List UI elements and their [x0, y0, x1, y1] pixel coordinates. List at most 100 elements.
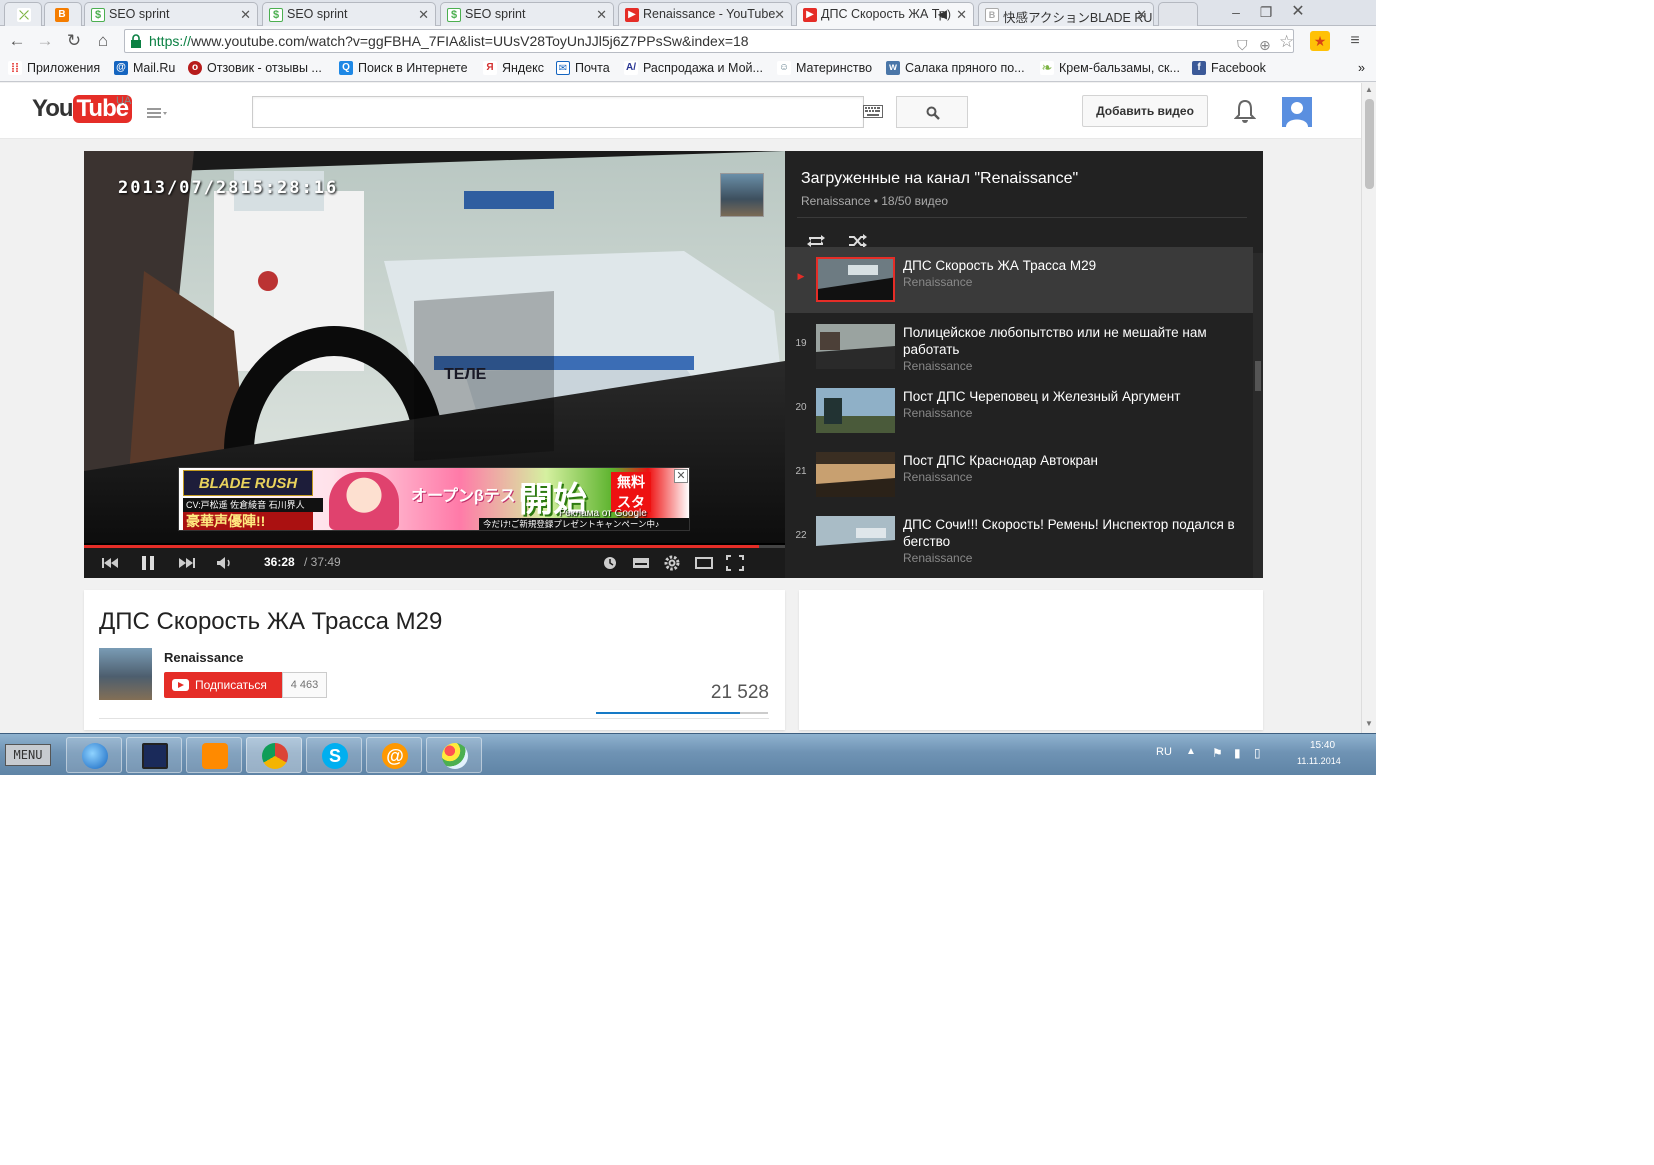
shield-icon[interactable]: ⛉: [1237, 34, 1248, 56]
bookmark-salaka[interactable]: w Салака пряного по...: [886, 61, 1025, 75]
tab-4[interactable]: $ SEO sprint ✕: [440, 2, 614, 26]
close-icon[interactable]: ✕: [774, 7, 785, 23]
bookmark-otzovik[interactable]: o Отзовик - отзывы ...: [188, 61, 322, 75]
close-icon[interactable]: ✕: [240, 7, 251, 23]
clock-date[interactable]: 11.11.2014: [1297, 756, 1341, 766]
seo-sprint-icon: $: [91, 8, 105, 22]
home-icon[interactable]: ⌂: [92, 30, 114, 52]
channel-name[interactable]: Renaissance: [164, 650, 244, 665]
subtitles-icon[interactable]: [631, 554, 651, 572]
language-indicator[interactable]: RU: [1156, 746, 1172, 758]
playlist-item[interactable]: 21 Пост ДПС Краснодар Автокран Renaissanc…: [785, 442, 1253, 508]
ad-close-icon[interactable]: ✕: [674, 469, 688, 483]
scroll-down-icon[interactable]: ▼: [1365, 719, 1373, 728]
restore-icon[interactable]: ❐: [1252, 2, 1280, 22]
tab-6[interactable]: ▶ ДПС Скорость ЖА Тр ◀) ✕: [796, 2, 974, 27]
taskbar-app-skype[interactable]: S: [306, 737, 362, 773]
playlist-item-owner: Renaissance: [903, 470, 973, 484]
bookmark-yandex[interactable]: Я Яндекс: [483, 61, 544, 75]
playlist-item-title: Пост ДПС Череповец и Железный Аргумент: [903, 389, 1181, 404]
search-button[interactable]: [896, 96, 968, 128]
bookmark-apps[interactable]: ⁞⁞ Приложения: [8, 61, 100, 75]
playlist-title[interactable]: Загруженные на канал "Renaissance": [801, 170, 1078, 188]
clock-time[interactable]: 15:40: [1310, 740, 1335, 751]
bookmark-search[interactable]: Q Поиск в Интернете: [339, 61, 468, 75]
close-icon[interactable]: ✕: [418, 7, 429, 23]
menu-icon[interactable]: ≡: [1344, 30, 1366, 52]
back-arrow-icon[interactable]: ←: [6, 30, 28, 52]
keyboard-icon[interactable]: [863, 105, 883, 118]
minimize-icon[interactable]: –: [1222, 2, 1250, 22]
playlist-item[interactable]: ▶ ДПС Скорость ЖА Трасса М29 Renaissance: [785, 247, 1253, 313]
playlist-item[interactable]: 19 Полицейское любопытство или не мешайт…: [785, 314, 1253, 380]
guide-menu-icon[interactable]: [145, 105, 169, 121]
tab-5[interactable]: ▶ Renaissance - YouTube ✕: [618, 2, 792, 26]
theater-mode-icon[interactable]: [694, 554, 714, 572]
bookmarks-more[interactable]: »: [1358, 61, 1365, 75]
tab-0[interactable]: ⤫: [4, 2, 42, 26]
playlist-item[interactable]: 22 ДПС Сочи!!! Скорость! Ремень! Инспект…: [785, 506, 1253, 572]
forward-arrow-icon[interactable]: →: [34, 30, 56, 52]
playlist-item-owner: Renaissance: [903, 275, 973, 289]
taskbar-app-ie[interactable]: [66, 737, 122, 773]
bookmark-sale[interactable]: A/Распродажа и Мой...: [624, 61, 763, 75]
video-frame[interactable]: ОЛИЦИЯ ТЕЛЕ 2013/07/2815:28:16 BLADE RUS…: [84, 151, 785, 543]
bookmark-mail[interactable]: ✉ Почта: [556, 61, 610, 75]
channel-avatar[interactable]: [99, 648, 152, 700]
tab-7[interactable]: B 快感アクションBLADE RU ✕: [978, 2, 1154, 26]
close-window-icon[interactable]: ✕: [1284, 2, 1312, 22]
star-icon[interactable]: ☆: [1279, 31, 1294, 53]
tab-2[interactable]: $ SEO sprint ✕: [84, 2, 258, 26]
close-icon[interactable]: ✕: [956, 7, 967, 23]
speaker-icon[interactable]: ◀): [938, 7, 951, 21]
playlist-item-index: 21: [795, 466, 807, 477]
browser-tab-strip: ⤫ B $ SEO sprint ✕ $ SEO sprint ✕ $ SEO …: [0, 0, 1376, 27]
bookmark-facebook[interactable]: f Facebook: [1192, 61, 1266, 75]
url-scheme: https://: [149, 33, 192, 49]
tab-3[interactable]: $ SEO sprint ✕: [262, 2, 436, 26]
account-avatar[interactable]: [1282, 97, 1312, 127]
subscribe-button[interactable]: Подписаться: [164, 672, 282, 698]
close-icon[interactable]: ✕: [596, 7, 607, 23]
taskbar-app-monitor[interactable]: [126, 737, 182, 773]
power-icon[interactable]: ▯: [1254, 746, 1270, 762]
watch-later-icon[interactable]: [600, 554, 620, 572]
add-video-button[interactable]: Добавить видео: [1082, 95, 1208, 127]
search-input[interactable]: [252, 96, 864, 128]
taskbar-app-chrome[interactable]: [246, 737, 302, 773]
fullscreen-icon[interactable]: [725, 554, 745, 572]
new-tab-button[interactable]: [1158, 2, 1198, 26]
playlist-item[interactable]: 20 Пост ДПС Череповец и Железный Аргумен…: [785, 378, 1253, 444]
extension-star-icon[interactable]: ★: [1310, 31, 1330, 51]
ad-banner[interactable]: BLADE RUSH CV:戸松遥 佐倉綾音 石川界人 豪華声優陣!! オープン…: [178, 467, 690, 531]
taskbar-app-paint[interactable]: [426, 737, 482, 773]
address-bar[interactable]: https://www.youtube.com/watch?v=ggFBHA_7…: [124, 29, 1294, 53]
gear-icon[interactable]: [662, 554, 682, 572]
next-icon[interactable]: [177, 554, 197, 572]
bookmark-maternity[interactable]: ☺ Материнство: [777, 61, 872, 75]
page-scroll-thumb[interactable]: [1365, 99, 1374, 189]
bookmark-cream[interactable]: ❧ Крем-бальзамы, ск...: [1040, 61, 1180, 75]
previous-icon[interactable]: [100, 554, 120, 572]
taskbar-app-qip[interactable]: @: [366, 737, 422, 773]
video-player[interactable]: ОЛИЦИЯ ТЕЛЕ 2013/07/2815:28:16 BLADE RUS…: [84, 151, 785, 578]
reload-icon[interactable]: ↻: [63, 30, 85, 52]
network-icon[interactable]: ▮: [1234, 746, 1250, 762]
notification-bell-icon[interactable]: [1234, 98, 1256, 124]
bookmark-mailru[interactable]: @ Mail.Ru: [114, 61, 175, 75]
pause-icon[interactable]: [138, 554, 158, 572]
taskbar-app-media-player[interactable]: [186, 737, 242, 773]
playlist-scroll-thumb[interactable]: [1255, 361, 1261, 391]
action-center-icon[interactable]: ⚑: [1212, 746, 1228, 762]
total-time: / 37:49: [304, 555, 341, 569]
tray-expand-icon[interactable]: ▲: [1186, 746, 1202, 762]
page-scrollbar[interactable]: ▲ ▼: [1361, 83, 1376, 733]
scroll-up-icon[interactable]: ▲: [1365, 85, 1373, 94]
zoom-icon[interactable]: ⊕: [1259, 34, 1271, 56]
start-button[interactable]: MENU: [5, 744, 51, 766]
playlist-scrollbar[interactable]: [1253, 253, 1263, 578]
tab-1[interactable]: B: [44, 2, 82, 26]
close-icon[interactable]: ✕: [1136, 7, 1147, 23]
volume-icon[interactable]: [214, 554, 234, 572]
channel-watermark[interactable]: [720, 173, 764, 217]
